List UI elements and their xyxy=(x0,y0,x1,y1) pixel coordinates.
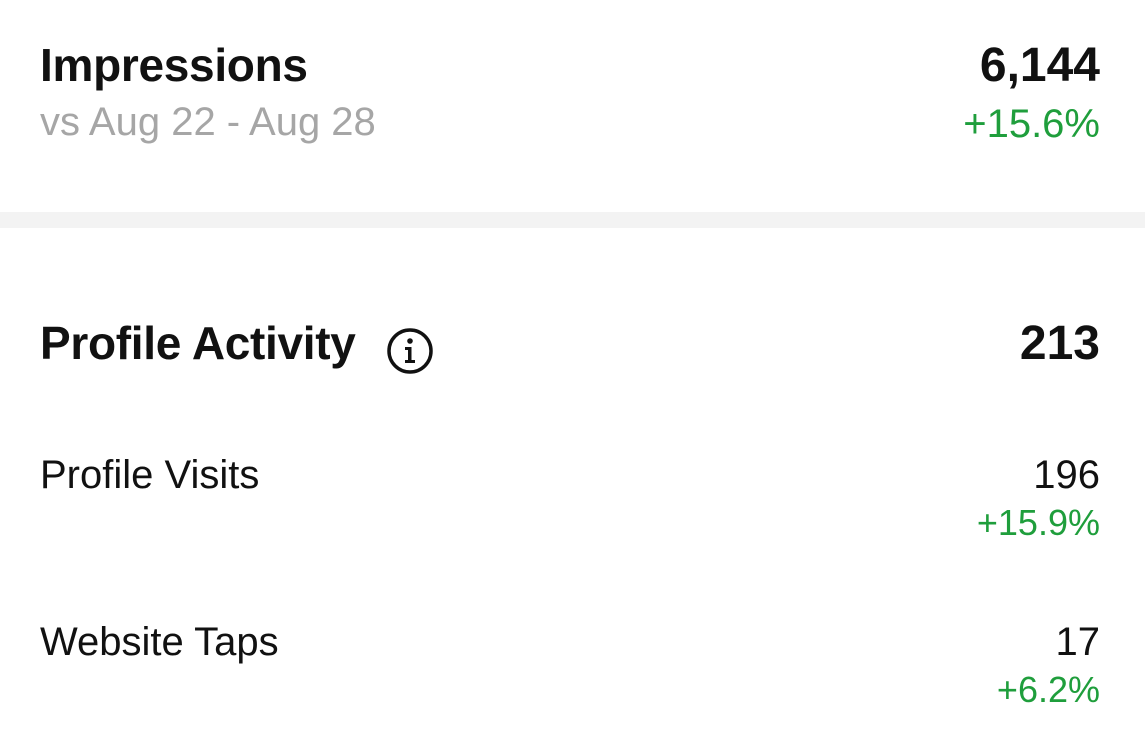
impressions-title: Impressions xyxy=(40,39,308,91)
item-label: Website Taps xyxy=(40,620,279,664)
list-item[interactable]: Profile Visits 196 +15.9% xyxy=(40,455,1100,545)
item-value: 196 xyxy=(1033,453,1100,497)
profile-activity-value: 213 xyxy=(1019,317,1100,370)
item-value: 17 xyxy=(1055,620,1101,664)
item-label: Profile Visits xyxy=(40,453,260,497)
info-icon[interactable] xyxy=(386,327,434,375)
item-change: +15.9% xyxy=(976,502,1100,543)
impressions-section[interactable]: Impressions vs Aug 22 - Aug 28 6,144 +15… xyxy=(40,42,1100,152)
section-divider xyxy=(0,212,1145,228)
profile-activity-title: Profile Activity xyxy=(40,317,356,369)
insights-screen: Impressions vs Aug 22 - Aug 28 6,144 +15… xyxy=(0,0,1145,733)
list-item[interactable]: Website Taps 17 +6.2% xyxy=(40,622,1100,712)
impressions-change: +15.6% xyxy=(963,102,1100,146)
profile-activity-header: Profile Activity 213 xyxy=(40,320,1100,376)
impressions-value: 6,144 xyxy=(979,39,1100,92)
comparison-range: vs Aug 22 - Aug 28 xyxy=(40,100,376,144)
item-change: +6.2% xyxy=(996,669,1100,710)
